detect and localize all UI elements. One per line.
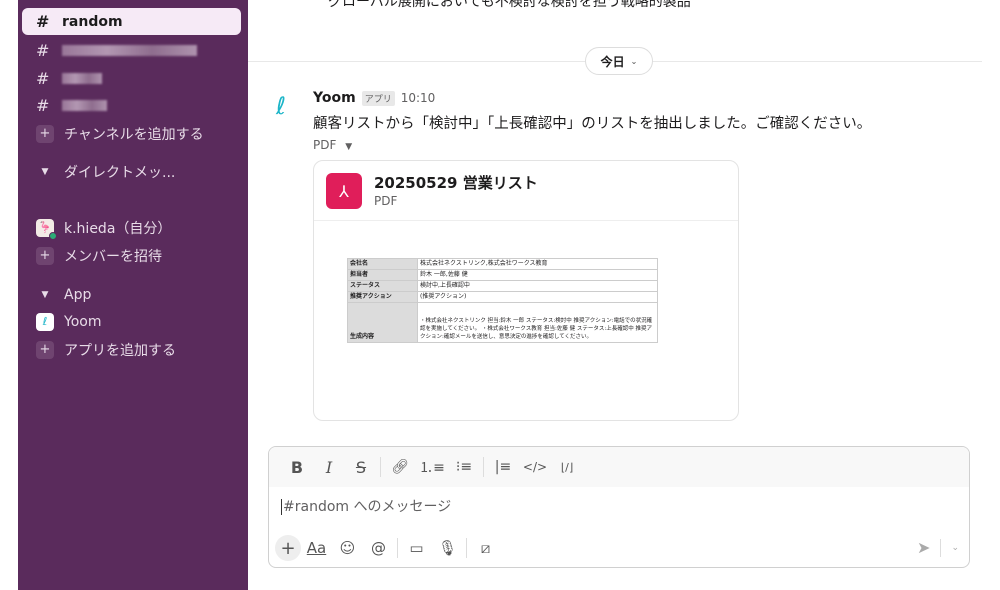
bold-icon[interactable]: B — [281, 453, 313, 481]
slash-command-icon[interactable]: ⧄ — [470, 535, 501, 561]
mention-icon[interactable]: @ — [363, 535, 394, 561]
ordered-list-icon[interactable]: ⒈≡ — [416, 453, 448, 481]
strikethrough-icon[interactable]: S — [345, 453, 377, 481]
add-channel-button[interactable]: + チャンネルを追加する — [22, 120, 241, 147]
app-yoom[interactable]: ℓ Yoom — [22, 308, 241, 335]
channel-random[interactable]: # random — [22, 8, 241, 35]
online-status-icon — [49, 231, 57, 240]
text-format-button[interactable]: Aa — [301, 535, 332, 561]
formatting-toolbar: B I S 🔗︎ ⒈≡ ⁝≡ |≡ </> ⌊/⌋ — [269, 447, 969, 487]
chevron-down-icon[interactable]: ⌄ — [951, 543, 959, 553]
file-type: PDF — [374, 194, 398, 208]
hash-icon: # — [36, 41, 50, 60]
sender-name[interactable]: Yoom — [313, 90, 356, 106]
message-composer: B I S 🔗︎ ⒈≡ ⁝≡ |≡ </> ⌊/⌋ #random へのメッセー… — [268, 446, 970, 568]
pdf-preview-table: 会社名 株式会社ネクストリンク,株式会社ワークス教育 担当者 鈴木 一郎,佐藤 健 … — [347, 258, 658, 343]
previous-message-text: グローバル展開においても不検討な検討を担う戦略的製品 — [328, 0, 691, 10]
plus-icon: + — [36, 124, 54, 143]
sidebar: # random # # # + チャンネルを追加する ▼ ダイレクトメッ... 🦩 k… — [18, 0, 248, 590]
channel-redacted-3[interactable]: # — [22, 92, 241, 119]
file-title: 20250529 営業リスト — [374, 174, 538, 192]
file-attachment[interactable]: ⅄ 20250529 営業リスト PDF 会社名 株式会社ネクストリンク,株式会社… — [313, 160, 739, 421]
message-pane: グローバル展開においても不検討な検討を担う戦略的製品 今日 ⌄ ℓ Yoom アプ… — [248, 0, 1000, 590]
chevron-down-icon: ⌄ — [630, 56, 638, 66]
invite-members-button[interactable]: + メンバーを招待 — [22, 242, 241, 269]
italic-icon[interactable]: I — [313, 453, 345, 481]
plus-icon: + — [36, 340, 54, 359]
send-icon[interactable]: ➤ — [917, 538, 930, 557]
yoom-logo-icon: ℓ — [36, 312, 54, 331]
hash-icon: # — [36, 96, 50, 115]
message-text: 顧客リストから「検討中」「上長確認中」のリストを抽出しました。ご確認ください。 — [313, 116, 872, 132]
emoji-icon[interactable]: ☺ — [332, 535, 363, 561]
plus-icon: + — [36, 246, 54, 265]
attachment-toggle[interactable]: PDF ▼ — [313, 138, 352, 152]
hash-icon: # — [36, 69, 50, 88]
hash-icon: # — [36, 12, 50, 31]
avatar: 🦩 — [36, 218, 57, 240]
microphone-icon[interactable]: 🎙︎ — [432, 535, 463, 561]
add-app-button[interactable]: + アプリを追加する — [22, 336, 241, 363]
bulleted-list-icon[interactable]: ⁝≡ — [448, 453, 480, 481]
app-badge: アプリ — [361, 90, 395, 106]
code-icon[interactable]: </> — [519, 453, 551, 481]
video-icon[interactable]: ▭ — [401, 535, 432, 561]
link-icon[interactable]: 🔗︎ — [384, 453, 416, 481]
date-jump-button[interactable]: 今日 ⌄ — [585, 47, 653, 75]
caret-down-icon: ▼ — [345, 142, 353, 152]
pdf-icon: ⅄ — [326, 173, 362, 209]
yoom-avatar-icon[interactable]: ℓ — [276, 92, 306, 122]
caret-down-icon: ▼ — [41, 289, 49, 300]
dm-section-toggle[interactable]: ▼ ダイレクトメッ... — [22, 158, 241, 185]
code-block-icon[interactable]: ⌊/⌋ — [551, 453, 583, 481]
dm-self[interactable]: 🦩 k.hieda（自分） — [22, 214, 241, 241]
channel-redacted-1[interactable]: # — [22, 37, 241, 64]
channel-redacted-2[interactable]: # — [22, 65, 241, 92]
caret-down-icon: ▼ — [41, 166, 49, 177]
timestamp[interactable]: 10:10 — [401, 91, 436, 105]
plus-icon[interactable]: + — [275, 535, 301, 561]
blockquote-icon[interactable]: |≡ — [487, 453, 519, 481]
app-section-toggle[interactable]: ▼ App — [22, 281, 241, 308]
message-input[interactable]: #random へのメッセージ — [281, 499, 451, 515]
